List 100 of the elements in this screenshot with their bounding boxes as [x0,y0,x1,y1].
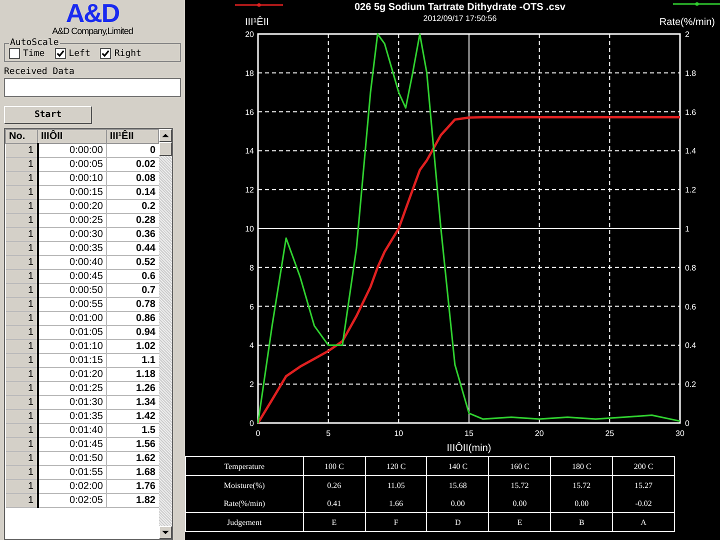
start-button[interactable]: Start [4,106,92,124]
table-cell: E [303,512,366,532]
checkbox[interactable] [54,48,66,59]
chart-date: 2012/09/17 17:50:56 [423,14,497,23]
tick-label: 20 [245,30,254,39]
tick-label: 0.4 [685,341,696,350]
company-name: A&D Company,Limited [51,26,134,36]
checkbox[interactable] [100,48,112,59]
table-cell: 1 [6,144,38,158]
tick-label: 25 [605,429,614,438]
table-cell: 0:01:15 [38,354,106,368]
table-cell: 1.66 [365,494,427,512]
table-cell: 1 [6,480,38,494]
table-cell: 0:00:05 [38,158,106,172]
tick-label: 30 [676,429,684,438]
table-cell: 1 [6,214,38,228]
tick-label: 0.2 [685,380,696,390]
column-header[interactable]: III¹ÊII [106,130,158,144]
table-cell: 100 C [303,456,366,476]
company-logo: A&D [66,0,120,26]
table-cell: 0:01:25 [38,382,106,396]
table-cell: 1 [6,340,38,354]
tick-label: 8 [250,263,254,272]
column-header[interactable]: IIIÔII [38,130,106,144]
tick-label: 2 [685,30,690,39]
table-cell: 0:01:35 [38,410,106,424]
tick-label: 12 [245,186,254,195]
group-title: AutoScale [9,38,60,48]
chart-title: 026 5g Sodium Tartrate Dithydrate -OTS .csv [354,2,566,13]
field-label: Received Data [4,67,76,77]
table-cell: 1 [6,312,38,326]
table-cell: 0:00:40 [38,256,106,270]
table-cell: 140 C [426,456,489,476]
tick-label: 16 [245,108,254,117]
table-cell: 0:01:30 [38,396,106,410]
table-cell: 0:00:25 [38,214,106,228]
checkbox[interactable] [9,48,20,59]
table-cell: B [550,512,613,532]
tick-label: 1.4 [685,146,696,156]
table-cell: 1 [6,256,38,270]
tick-label: 1.2 [685,186,696,195]
scroll-thumb[interactable] [159,142,172,156]
tick-label: 1.8 [685,68,696,78]
table-cell: 0:00:10 [38,172,106,186]
table-cell: E [488,512,551,532]
table-cell: 0:01:10 [38,340,106,354]
table-cell: 0:01:55 [38,466,106,480]
table-cell: 1 [6,270,38,284]
scroll-up-icon[interactable] [159,129,172,142]
table-cell: 1 [6,354,38,368]
table-cell: 0:00:45 [38,270,106,284]
axis-title: IIIÔII(min) [446,443,492,454]
table-cell: 160 C [488,456,551,476]
tick-label: 1 [685,224,690,234]
table-cell: 0:01:20 [38,368,106,382]
tick-label: 0.6 [685,302,696,312]
table-cell: 200 C [612,456,674,476]
table-cell: 1 [6,452,38,466]
table-cell: 1 [6,438,38,452]
table-cell: 1 [6,410,38,424]
legend-line-icon [673,2,720,6]
scroll-down-icon[interactable] [159,526,172,539]
tick-label: 10 [394,429,404,438]
table-cell: 1 [6,466,38,480]
checkbox-label: Right [114,48,142,58]
table-cell: 0:00:35 [38,242,106,256]
axis-title: Rate(%/min) [659,17,715,28]
table-cell: A [612,512,674,532]
table-cell: 1 [6,158,38,172]
table-cell: 1 [6,424,38,438]
table-cell: -0.02 [612,494,674,512]
table-cell: 0:00:50 [38,284,106,298]
table-cell: 0:00:55 [38,298,106,312]
table-cell: D [426,512,489,532]
received-data-field[interactable] [4,78,181,97]
table-cell: 0:00:20 [38,200,106,214]
table-cell: Temperature [186,456,304,476]
tick-label: 0 [250,419,254,428]
column-header[interactable]: No. [6,130,38,144]
table-cell: 1 [6,228,38,242]
checkbox-label: Time [23,48,45,58]
tick-label: 10 [245,224,254,234]
table-cell: Rate(%/min) [186,494,304,512]
checkbox-label: Left [68,48,90,58]
legend-line-icon [235,3,283,7]
table-cell: 0:01:00 [38,312,106,326]
table-cell: Judgement [186,512,304,532]
tick-label: 14 [245,146,254,156]
table-cell: 0.00 [488,494,551,512]
table-cell: 1 [6,368,38,382]
table-cell: 0:00:00 [38,144,106,158]
tick-label: 5 [326,429,331,438]
table-cell: 0:02:05 [38,494,106,508]
tick-label: 1.6 [685,108,696,117]
tick-label: 0 [685,419,690,428]
scrollbar[interactable] [159,129,172,539]
table-cell: 1 [6,284,38,298]
table-cell: 180 C [550,456,613,476]
table-cell: 0:01:05 [38,326,106,340]
table-cell: 1 [6,186,38,200]
